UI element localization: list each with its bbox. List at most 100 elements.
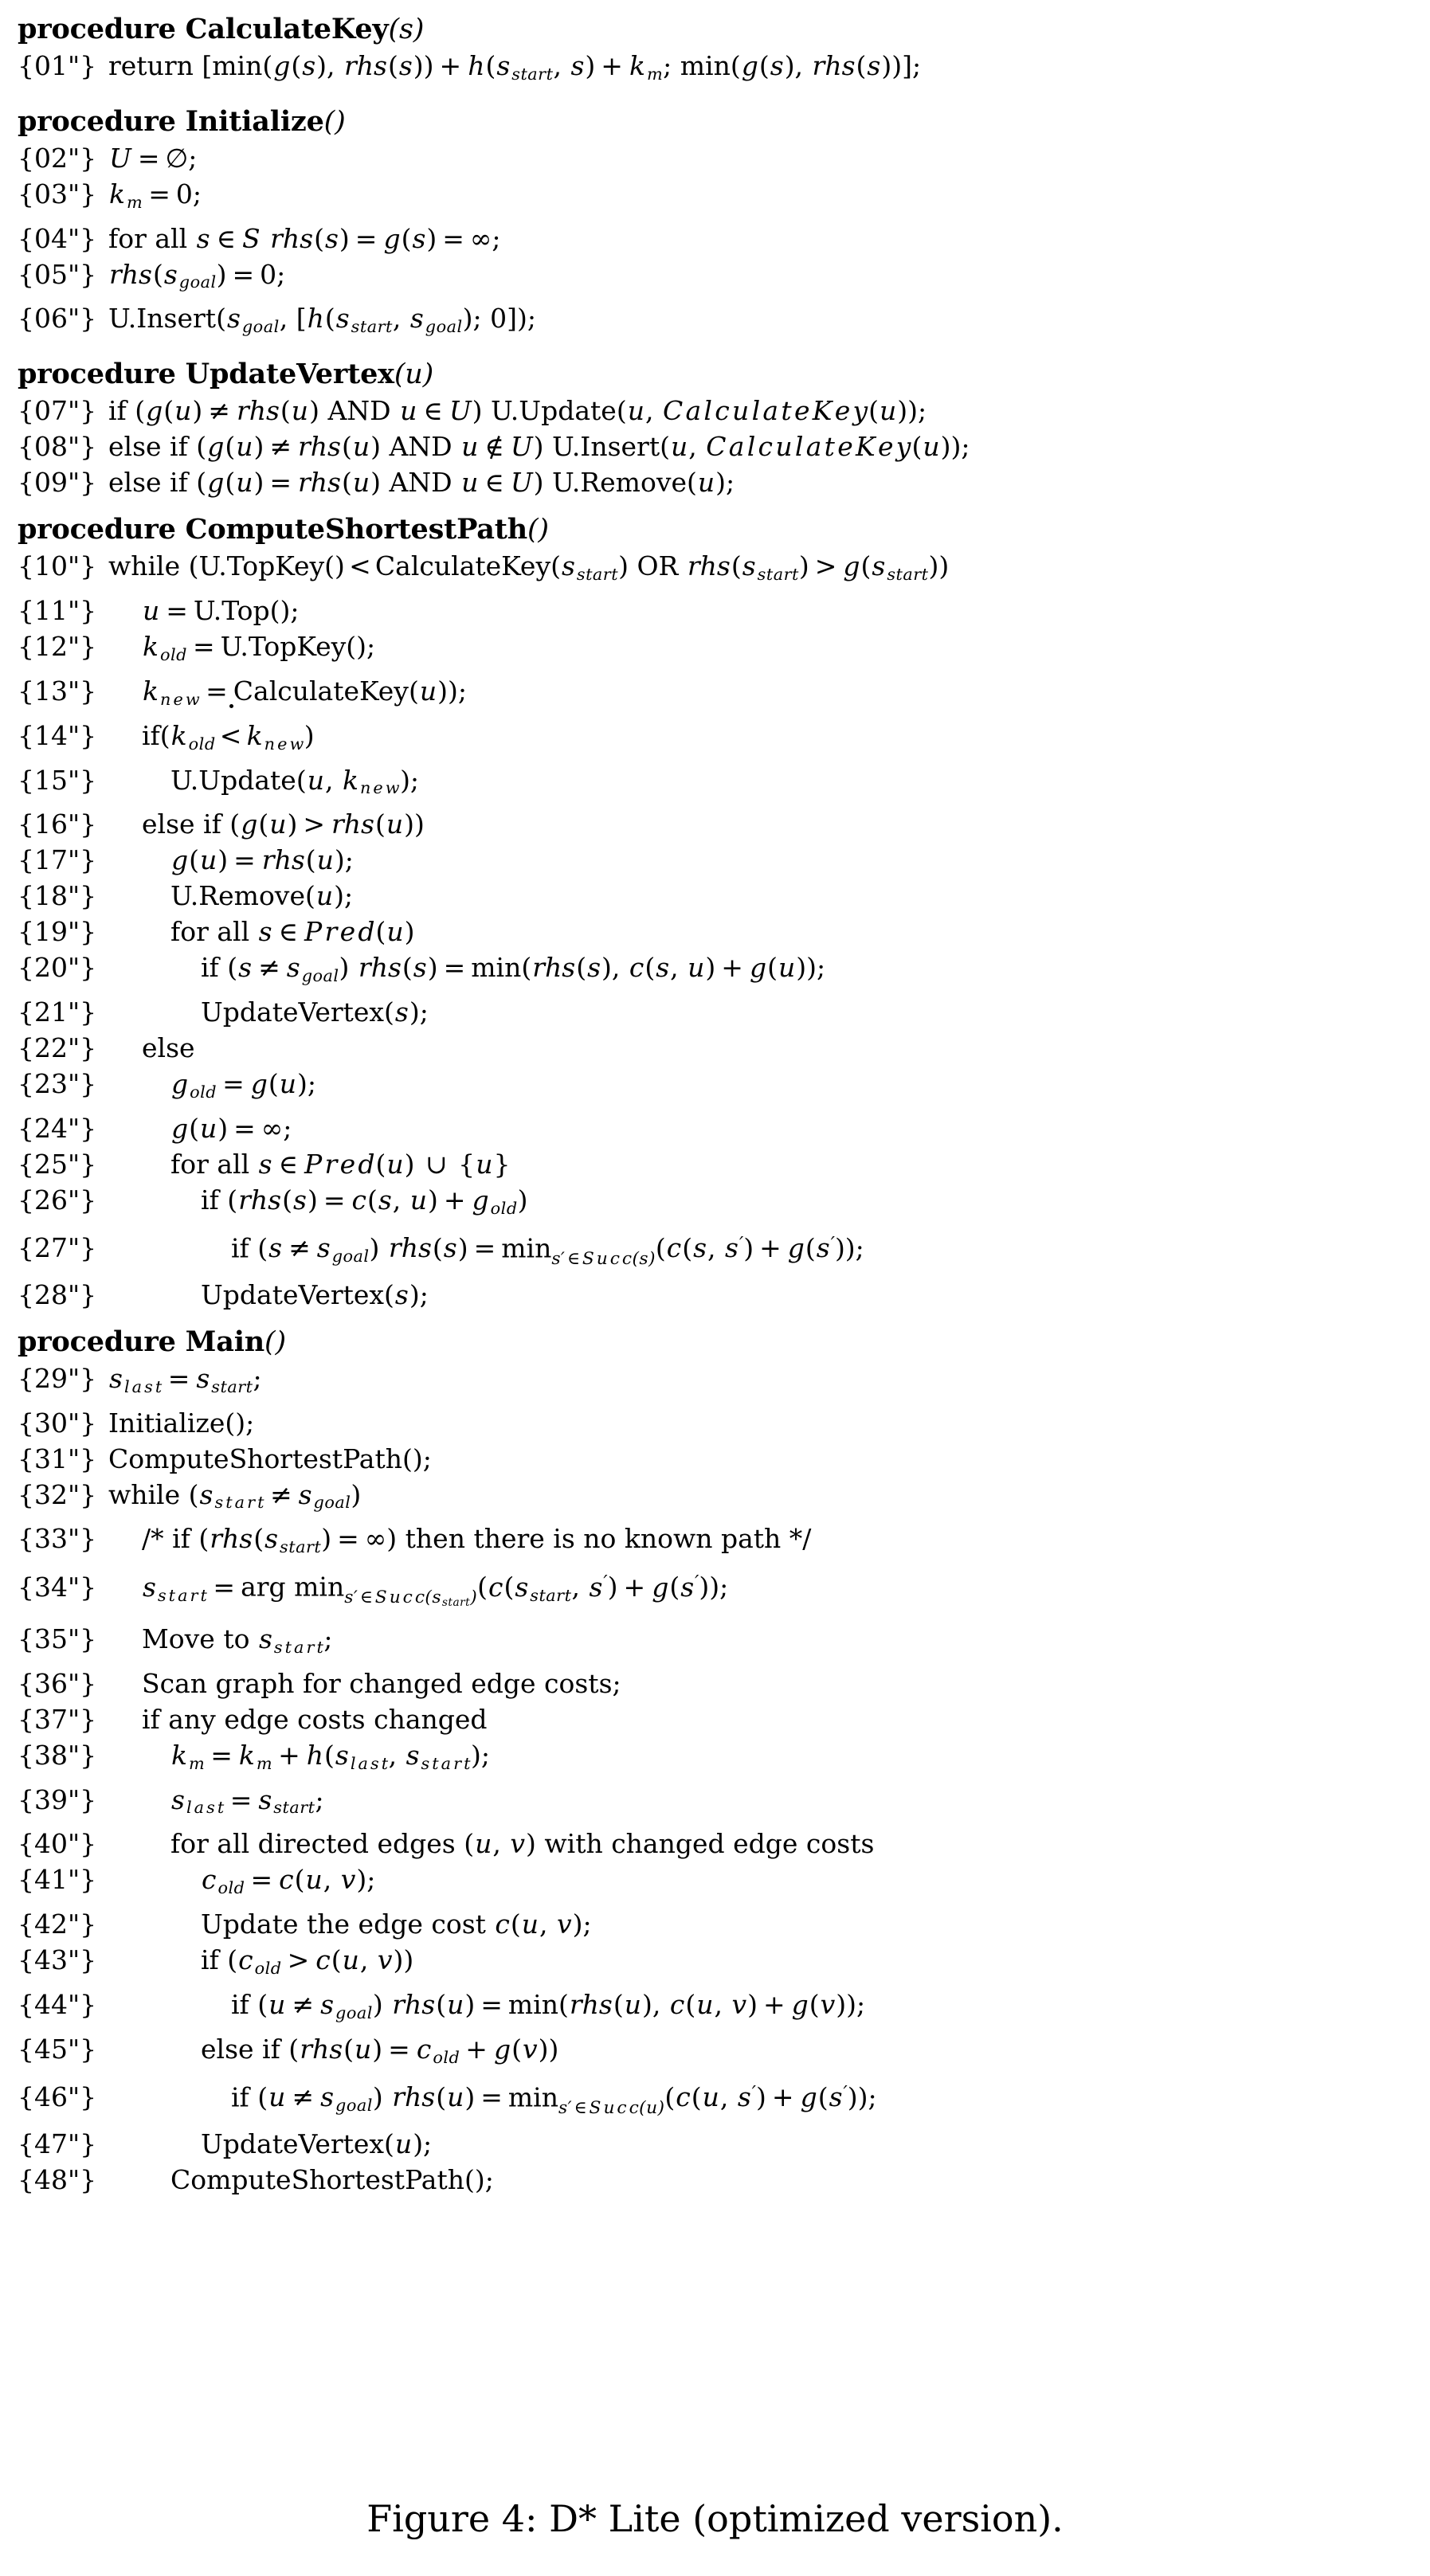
code-line: {19"} for all s ∈ P r e d(u) xyxy=(18,914,1422,949)
code-line: {41"} cold = c(u, v); xyxy=(18,1862,1422,1906)
line-body: if (rhs(s) = c(s, u) + gold) xyxy=(201,1184,528,1218)
line-number: {21"} xyxy=(18,996,97,1028)
line-number: {47"} xyxy=(18,2128,97,2159)
figure-dstar-lite: procedure CalculateKey(s) {01"} return [… xyxy=(0,0,1430,2576)
line-body: km = 0; xyxy=(109,178,202,212)
line-number: {32"} xyxy=(18,1478,97,1510)
code-line: {28"} UpdateVertex(s); xyxy=(18,1277,1422,1313)
line-body: Update the edge cost c(u, v); xyxy=(201,1909,592,1940)
code-line: {39"} sl a s t = sstart; xyxy=(18,1782,1422,1826)
line-body: U.Remove(u); xyxy=(170,880,354,912)
line-body: cold = c(u, v); xyxy=(202,1864,376,1898)
line-body: ss t a r t = arg mins′ ∈ S u c c(sstart)(c… xyxy=(143,1571,729,1609)
line-body: g(u) = rhs(u); xyxy=(171,844,354,876)
procedure-args: (s) xyxy=(388,14,425,45)
line-body: kold = U.TopKey(); xyxy=(143,631,376,664)
code-line: {31"} ComputeShortestPath(); xyxy=(18,1441,1422,1477)
code-line: {21"} UpdateVertex(s); xyxy=(18,994,1422,1030)
code-line: {07"} if (g(u) ≠ rhs(u) AND u ∈ U) U.Update(… xyxy=(18,393,1422,429)
code-line: {15"} U.Update(u, kn e w); xyxy=(18,762,1422,807)
line-body: if (s ≠ sgoal) rhs(s) = mins′ ∈ S u c c(s)(c… xyxy=(231,1232,864,1269)
procedure-keyword: procedure xyxy=(18,358,176,391)
line-body: km = km + h(sl a s t, ss t a r t); xyxy=(171,1739,490,1773)
line-body: for all s ∈ P r e d(u) ∪ {u} xyxy=(170,1148,511,1180)
code-line: {18"} U.Remove(u); xyxy=(18,878,1422,914)
code-line: {38"} km = km + h(sl a s t, ss t a r t); xyxy=(18,1737,1422,1782)
line-number: {37"} xyxy=(18,1703,97,1735)
line-body: return [min(g(s), rhs(s)) + h(sstart, s) + k… xyxy=(108,50,922,84)
line-number: {11"} xyxy=(18,595,97,627)
code-line: {12"} kold = U.TopKey(); xyxy=(18,628,1422,673)
line-body: kn e w = CalculateKey(u)); xyxy=(143,675,467,709)
line-body: sl a s t = sstart; xyxy=(171,1783,324,1818)
line-body: if (u ≠ sgoal) rhs(u) = min(rhs(u), c(u, v) +… xyxy=(231,1988,866,2022)
line-number: {27"} xyxy=(18,1232,97,1264)
line-number: {12"} xyxy=(18,631,97,663)
code-line: {36"} Scan graph for changed edge costs; xyxy=(18,1666,1422,1701)
procedure-keyword: procedure xyxy=(18,1325,176,1358)
line-number: {38"} xyxy=(18,1739,97,1771)
code-line: {35"} Move to ss t a r t; xyxy=(18,1621,1422,1666)
code-line: {11"} u = U.Top(); xyxy=(18,593,1422,628)
code-line: {01"} return [min(g(s), rhs(s)) + h(sstart… xyxy=(18,48,1422,92)
line-number: {41"} xyxy=(18,1864,97,1896)
line-number: {25"} xyxy=(18,1148,97,1180)
line-body: for all s ∈ S rhs(s) = g(s) = ∞; xyxy=(108,222,501,254)
line-body: U.Update(u, kn e w); xyxy=(170,764,420,798)
line-body: U = ∅; xyxy=(109,142,198,174)
code-line: {45"} else if (rhs(u) = cold + g(v)) xyxy=(18,2031,1422,2076)
code-line: {20"} if (s ≠ sgoal) rhs(s) = min(rhs(s), c(… xyxy=(18,949,1422,994)
line-body: U.Insert(sgoal, [h(sstart, sgoal); 0]); xyxy=(108,303,537,337)
procedure-header-main: procedure Main() xyxy=(18,1324,1422,1360)
line-body: for all s ∈ P r e d(u) xyxy=(170,916,415,948)
procedure-header-updatevertex: procedure UpdateVertex(u) xyxy=(18,356,1422,393)
line-body: else if (g(u) ≠ rhs(u) AND u ∉ U) U.Insert(u… xyxy=(108,431,970,463)
line-body: ComputeShortestPath(); xyxy=(108,1443,432,1474)
procedure-header-computeshortestpath: procedure ComputeShortestPath() xyxy=(18,511,1422,548)
line-number: {36"} xyxy=(18,1667,97,1699)
line-number: {18"} xyxy=(18,880,97,912)
code-line: {32"} while (ss t a r t ≠ sgoal) xyxy=(18,1477,1422,1521)
line-number: {45"} xyxy=(18,2033,97,2065)
figure-caption: Figure 4: D* Lite (optimized version). xyxy=(366,2497,1064,2540)
line-body: ComputeShortestPath(); xyxy=(170,2163,494,2195)
procedure-keyword: procedure xyxy=(18,13,176,45)
code-line: {25"} for all s ∈ P r e d(u) ∪ {u} xyxy=(18,1146,1422,1182)
line-number: {14"} xyxy=(18,719,97,751)
procedure-name: CalculateKey xyxy=(185,13,389,45)
pseudocode-block: procedure CalculateKey(s) {01"} return [… xyxy=(0,11,1430,2198)
line-number: {19"} xyxy=(18,916,97,948)
code-line: {23"} gold = g(u); xyxy=(18,1066,1422,1110)
procedure-keyword: procedure xyxy=(18,513,176,546)
code-line: {13"} kn e w = CalculateKey(u)); xyxy=(18,673,1422,718)
code-line: {06"} U.Insert(sgoal, [h(sstart, sgoal);… xyxy=(18,300,1422,345)
line-body: if (u ≠ sgoal) rhs(u) = mins′ ∈ S u c c(u)(c… xyxy=(231,2081,877,2118)
line-number: {35"} xyxy=(18,1623,97,1654)
line-body: if (s ≠ sgoal) rhs(s) = min(rhs(s), c(s, u) +… xyxy=(201,952,826,986)
code-line: {40"} for all directed edges (u, v) with… xyxy=(18,1826,1422,1862)
line-body: Move to ss t a r t; xyxy=(142,1623,333,1657)
line-number: {09"} xyxy=(18,467,97,499)
line-number: {33"} xyxy=(18,1523,97,1555)
line-number: {16"} xyxy=(18,808,97,840)
line-number: {10"} xyxy=(18,550,97,582)
line-body: while (U.TopKey() < CalculateKey(sstart) O… xyxy=(107,534,949,593)
code-line: {37"} if any edge costs changed xyxy=(18,1701,1422,1737)
line-body: UpdateVertex(s); xyxy=(201,996,429,1028)
procedure-name: Main xyxy=(185,1325,265,1358)
line-number: {05"} xyxy=(18,258,97,290)
code-line: {22"} else xyxy=(18,1030,1422,1066)
line-number: {23"} xyxy=(18,1068,97,1100)
code-line: {30"} Initialize(); xyxy=(18,1405,1422,1441)
procedure-keyword: procedure xyxy=(18,104,176,138)
line-number: {31"} xyxy=(18,1443,97,1474)
line-number: {46"} xyxy=(18,2081,97,2113)
code-line: {10"} while (U.TopKey() < CalculateKey(sst… xyxy=(18,534,1422,593)
code-line: {16"} else if (g(u) > rhs(u)) xyxy=(18,806,1422,842)
code-line: {03"} km = 0; xyxy=(18,176,1422,221)
line-body: /* if (rhs(sstart) = ∞) then there is no k… xyxy=(142,1523,812,1557)
line-number: {48"} xyxy=(18,2163,97,2195)
line-number: {06"} xyxy=(18,303,97,335)
code-line: {44"} if (u ≠ sgoal) rhs(u) = min(rhs(u), c(… xyxy=(18,1987,1422,2031)
line-number: {34"} xyxy=(18,1571,97,1603)
